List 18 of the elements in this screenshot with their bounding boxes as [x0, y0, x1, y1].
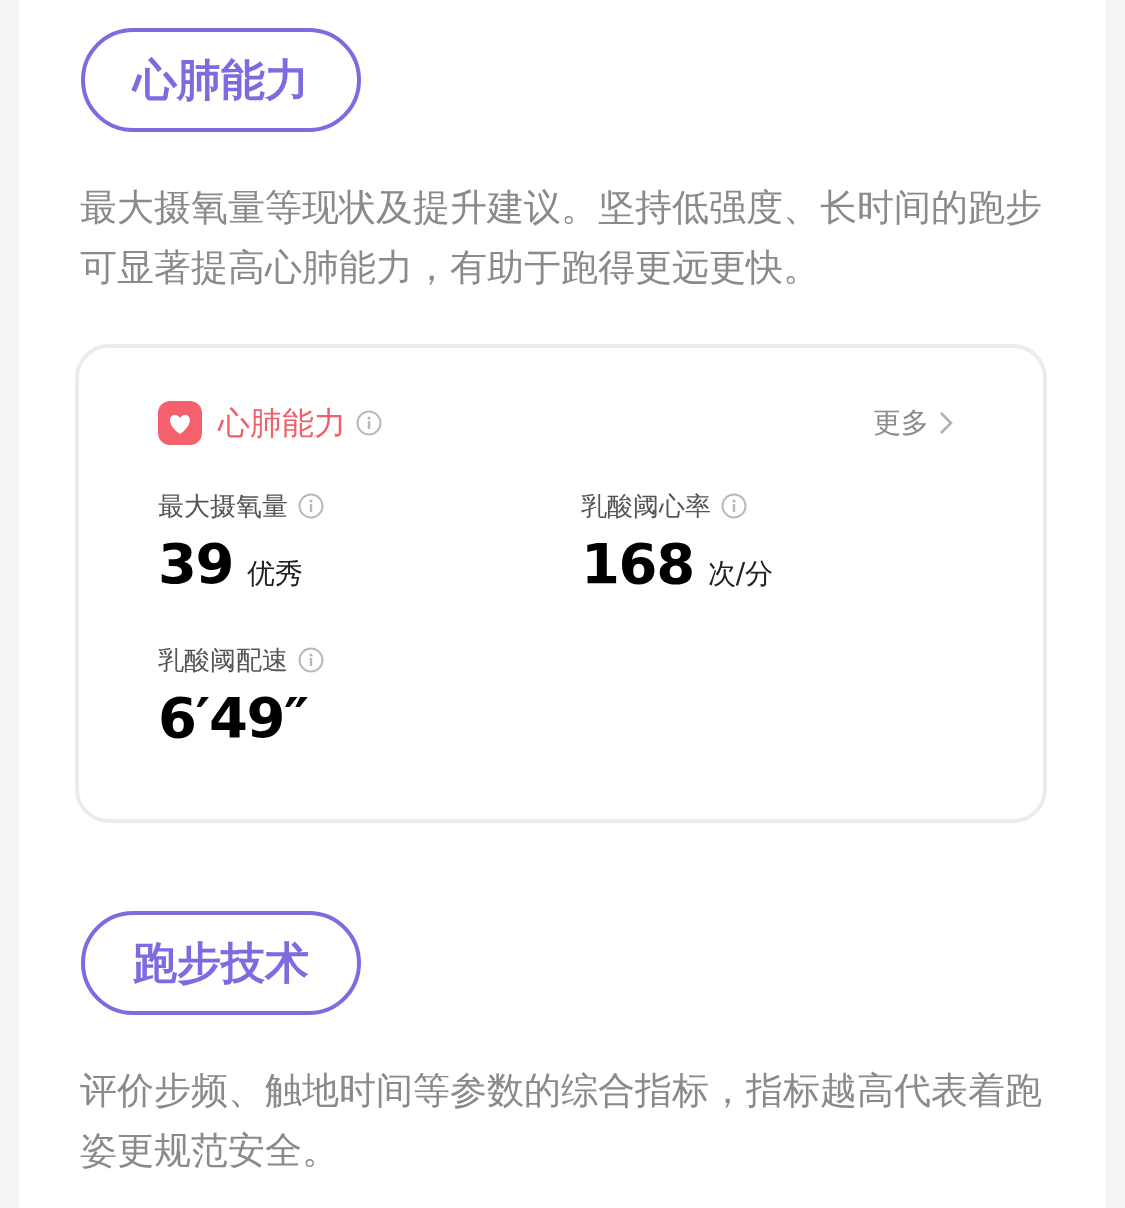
info-icon[interactable] — [721, 493, 747, 519]
section-badge: 跑步技术 — [81, 911, 361, 1015]
section-badge: 心肺能力 — [81, 28, 361, 132]
info-icon[interactable] — [298, 493, 324, 519]
metric-value: 6′49″ — [158, 690, 308, 746]
metric-unit: 次/分 — [707, 556, 774, 592]
metric-label: 乳酸阈配速 — [158, 643, 288, 677]
metric-label: 乳酸阈心率 — [581, 489, 711, 523]
card-title: 心肺能力 — [218, 403, 346, 444]
info-icon[interactable] — [298, 647, 324, 673]
section-description: 最大摄氧量等现状及提升建议。坚持低强度、长时间的跑步可显著提高心肺能力，有助于跑得更远更快。 — [80, 185, 1043, 291]
more-link[interactable]: 更多 — [873, 402, 955, 444]
metric-label: 最大摄氧量 — [158, 489, 288, 523]
metric-unit: 优秀 — [247, 556, 304, 592]
section-description: 评价步频、触地时间等参数的综合指标，指标越高代表着跑姿更规范安全。 — [80, 1068, 1043, 1174]
metric-value: 39 — [158, 536, 234, 592]
info-icon[interactable] — [356, 410, 382, 436]
metric-value: 168 — [581, 536, 694, 592]
